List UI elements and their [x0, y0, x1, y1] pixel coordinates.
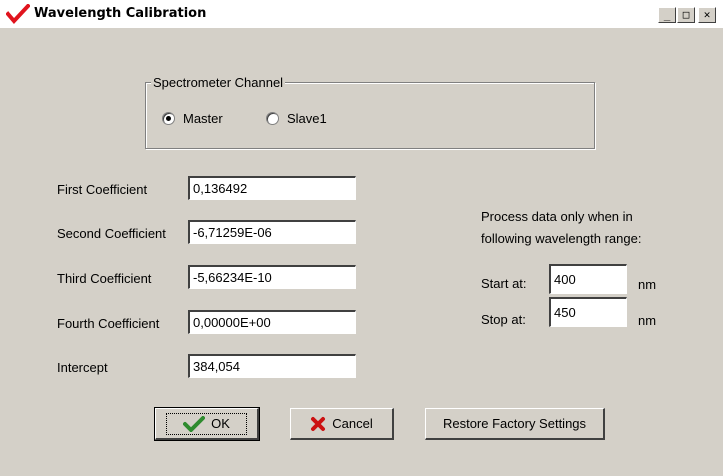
radio-master[interactable]: Master [162, 111, 223, 126]
restore-factory-settings-label: Restore Factory Settings [442, 416, 587, 431]
stop-unit-label: nm [638, 313, 657, 328]
stop-at-label: Stop at: [481, 312, 526, 327]
stop-wavelength-field[interactable] [549, 297, 627, 327]
second-coefficient-field[interactable] [188, 220, 356, 244]
cancel-button[interactable]: Cancel [290, 408, 394, 440]
range-note-line1: Process data only when in [481, 209, 633, 224]
start-unit-label: nm [638, 277, 657, 292]
intercept-field[interactable] [188, 354, 356, 378]
third-coefficient-label: Third Coefficient [57, 271, 152, 286]
intercept-label: Intercept [57, 360, 108, 375]
first-coefficient-label: First Coefficient [57, 182, 148, 197]
ok-button[interactable]: OK [154, 407, 260, 441]
window-title: Wavelength Calibration [34, 6, 207, 21]
close-icon[interactable]: ✕ [698, 7, 716, 23]
radio-master-indicator[interactable] [162, 112, 175, 125]
third-coefficient-field[interactable] [188, 265, 356, 289]
maximize-icon[interactable]: □ [677, 7, 695, 23]
title-bar[interactable]: Wavelength Calibration _ □ ✕ [0, 0, 723, 28]
ok-checkmark-icon [183, 415, 206, 432]
radio-slave1-indicator[interactable] [266, 112, 279, 125]
fourth-coefficient-field[interactable] [188, 310, 356, 334]
second-coefficient-label: Second Coefficient [57, 226, 166, 241]
start-wavelength-field[interactable] [549, 264, 627, 294]
range-note-line2: following wavelength range: [481, 231, 642, 246]
app-checkmark-icon [6, 4, 30, 24]
first-coefficient-field[interactable] [188, 176, 356, 200]
ok-focus-ring: OK [166, 412, 247, 435]
cancel-x-icon [311, 416, 326, 431]
start-at-label: Start at: [481, 276, 527, 291]
fourth-coefficient-label: Fourth Coefficient [57, 316, 160, 331]
radio-master-label: Master [183, 111, 223, 126]
spectrometer-channel-title: Spectrometer Channel [151, 75, 286, 90]
radio-slave1[interactable]: Slave1 [266, 111, 327, 126]
minimize-icon[interactable]: _ [658, 7, 676, 23]
radio-slave1-label: Slave1 [287, 111, 327, 126]
cancel-label: Cancel [332, 416, 373, 431]
ok-label: OK [211, 416, 230, 431]
wavelength-calibration-dialog: Wavelength Calibration _ □ ✕ Spectromete… [0, 0, 723, 476]
restore-factory-settings-button[interactable]: Restore Factory Settings [425, 408, 605, 440]
